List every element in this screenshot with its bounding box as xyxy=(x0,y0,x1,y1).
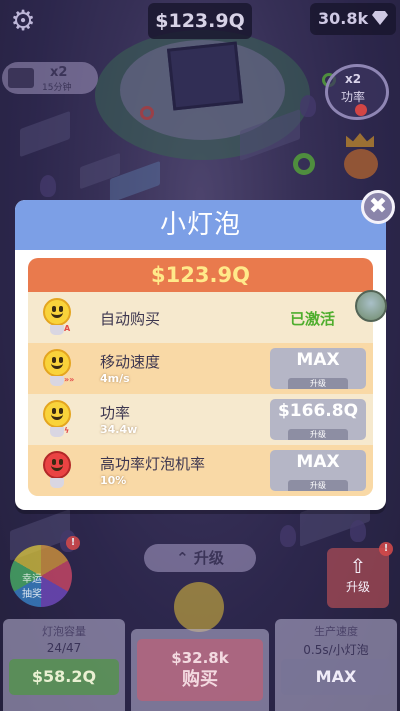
upload-arrow-icon: ⇧ xyxy=(349,554,367,578)
upgrade-value: 34.4w xyxy=(100,423,138,436)
upgrade-label: 升级 xyxy=(288,480,348,491)
bulb-price: $123.9Q xyxy=(28,258,373,292)
upgrade-side-button[interactable]: ⇧ 升级 ! xyxy=(327,542,393,608)
upgrade-name: 自动购买 xyxy=(100,310,161,328)
wheel-alert-badge: ! xyxy=(66,536,80,550)
power-boost-multiplier: x2 xyxy=(345,72,362,86)
money-counter: $123.9Q xyxy=(148,3,252,39)
npc-avatar[interactable] xyxy=(355,290,387,322)
upgrade-label: 升级 xyxy=(288,378,348,389)
upgrade-row-auto-buy: A 自动购买 已激活 xyxy=(28,292,373,343)
capacity-value: 24/47 xyxy=(46,641,82,655)
upgrade-tab-button[interactable]: ⌃ 升级 xyxy=(144,544,256,572)
status-activated: 已激活 xyxy=(290,310,336,328)
bulb-power-icon: ϟ xyxy=(42,400,72,440)
speed-value: 0.5s/小灯泡 xyxy=(303,643,369,657)
speed-upgrade-max-button[interactable]: MAX 升级 xyxy=(270,348,366,389)
upgrade-row-high-power-chance: 高功率灯泡机率 10% MAX 升级 xyxy=(28,445,373,496)
speed-title: 生产速度 xyxy=(314,625,358,638)
settings-gear-icon[interactable]: ⚙ xyxy=(8,6,38,36)
power-boost-label: 功率 xyxy=(341,90,366,104)
upgrade-list: A 自动购买 已激活 »» 移动速度 4m/s MAX 升级 ϟ 功率 34.4… xyxy=(28,292,373,496)
bulb-speed-icon: »» xyxy=(42,349,74,389)
video-boost-button[interactable]: x2 15分钟 xyxy=(2,62,98,94)
upgrade-cost: MAX xyxy=(296,350,340,370)
upgrade-row-power: ϟ 功率 34.4w $166.8Q 升级 xyxy=(28,394,373,445)
diamond-icon xyxy=(372,11,388,25)
capacity-upgrade-button[interactable]: $58.2Q xyxy=(9,659,119,695)
upgrade-cost: MAX xyxy=(296,452,340,472)
power-upgrade-button[interactable]: $166.8Q 升级 xyxy=(270,399,366,440)
upgrade-name: 功率 xyxy=(100,404,131,422)
bulb-auto-icon: A xyxy=(42,298,72,338)
bulb-red-icon xyxy=(42,451,72,491)
gems-value: 30.8k xyxy=(318,9,369,28)
chance-upgrade-max-button[interactable]: MAX 升级 xyxy=(270,450,366,491)
upgrade-alert-badge: ! xyxy=(379,542,393,556)
speed-panel: 生产速度 0.5s/小灯泡 MAX xyxy=(275,619,397,711)
speed-upgrade-button[interactable]: MAX xyxy=(281,659,391,695)
lucky-wheel-label: 幸运 抽奖 xyxy=(22,574,42,600)
capacity-title: 灯泡容量 xyxy=(42,625,86,638)
modal-title: 小灯泡 xyxy=(15,200,386,250)
buy-price: $32.8k xyxy=(171,649,229,667)
capacity-panel: 灯泡容量 24/47 $58.2Q xyxy=(3,619,125,711)
upgrade-value: 10% xyxy=(100,474,127,487)
upgrade-cost: $166.8Q xyxy=(277,401,359,421)
video-boost-duration: 15分钟 xyxy=(42,83,72,93)
buy-button[interactable]: $32.8k 购买 xyxy=(137,639,263,701)
upgrade-name: 移动速度 xyxy=(100,353,161,371)
upgrade-row-move-speed: »» 移动速度 4m/s MAX 升级 xyxy=(28,343,373,394)
upgrade-side-label: 升级 xyxy=(345,580,370,594)
bulb-upgrade-modal: 小灯泡 $123.9Q A 自动购买 已激活 »» 移动速度 4m/s MAX … xyxy=(15,200,386,510)
upgrade-tab-label: 升级 xyxy=(193,549,224,567)
film-icon xyxy=(8,68,34,88)
upgrade-name: 高功率灯泡机率 xyxy=(100,455,206,473)
video-boost-multiplier: x2 xyxy=(50,65,68,80)
upgrade-value: 4m/s xyxy=(100,372,130,385)
chevron-up-icon: ⌃ xyxy=(176,549,189,567)
notification-dot xyxy=(355,104,367,116)
gems-counter[interactable]: 30.8k xyxy=(310,3,396,35)
bulb-character-icon xyxy=(174,582,224,632)
close-icon[interactable]: ✖ xyxy=(361,190,395,224)
buy-label: 购买 xyxy=(182,669,218,690)
buy-panel: $32.8k 购买 xyxy=(131,629,269,711)
upgrade-label: 升级 xyxy=(288,429,348,440)
power-boost-button[interactable]: x2 功率 xyxy=(325,64,395,122)
